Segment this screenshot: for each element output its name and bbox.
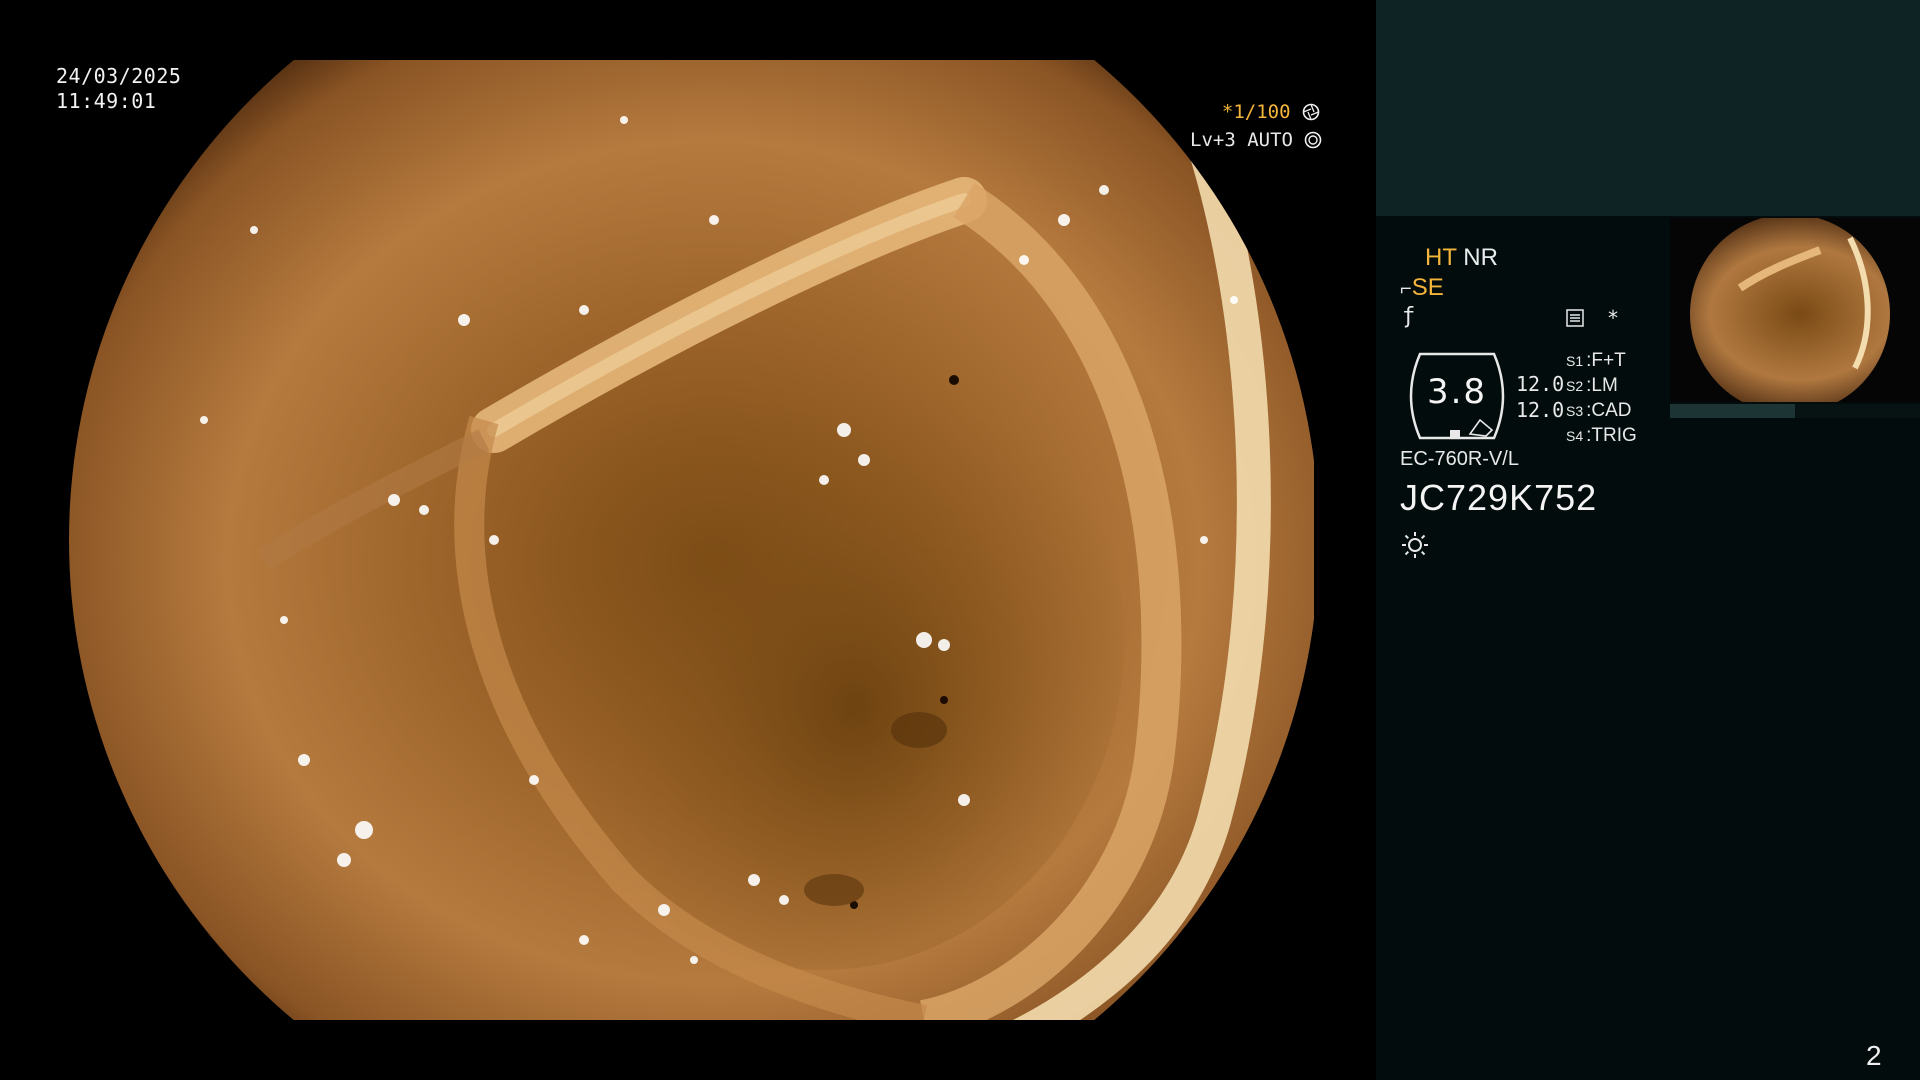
shutter-icon — [1302, 103, 1320, 121]
mode-se: SE — [1411, 274, 1444, 301]
switch-s4: S4:TRIG — [1566, 425, 1637, 446]
memo-row: * — [1565, 306, 1619, 330]
date-time: 24/03/2025 11:49:01 — [56, 64, 181, 114]
date-label: 24/03/2025 — [56, 64, 182, 88]
switch-s1: S1:F+T — [1566, 350, 1626, 371]
scope-serial: JC729K752 — [1400, 477, 1598, 518]
endoscope-view — [69, 60, 1314, 1020]
memo-icon — [1566, 309, 1584, 327]
brightness-level: Lv+3 AUTO — [1190, 129, 1293, 151]
brightness-sun-icon — [1402, 532, 1428, 558]
value-lower: 12.0 — [1516, 398, 1565, 422]
mode-ht: HT — [1425, 244, 1457, 271]
gauge-value: 3.8 — [1426, 372, 1488, 412]
scope-hook-icon: ⌐ — [1400, 278, 1412, 300]
value-upper: 12.0 — [1516, 372, 1565, 396]
scope-model: EC-760R-V/L — [1400, 448, 1519, 470]
switch-s3: S3:CAD — [1566, 400, 1632, 421]
mode-se-row: ⌐SE — [1400, 274, 1444, 302]
curve-icon: ƒ — [1402, 304, 1416, 329]
thumbnail-preview[interactable] — [1670, 218, 1920, 402]
shutter-ratio: *1/100 — [1221, 101, 1291, 123]
mode-ht-nr: HT NR — [1425, 244, 1498, 272]
exposure-overlay: *1/100 Lv+3 AUTO — [1190, 98, 1322, 154]
thumbnail-bar — [1670, 404, 1920, 418]
auto-iris-icon — [1305, 131, 1322, 149]
switch-s2: S2:LM — [1566, 375, 1618, 396]
info-panel-header — [1376, 0, 1920, 216]
time-label: 11:49:01 — [56, 89, 157, 113]
thumbnail-image — [1690, 218, 1890, 402]
memo-star: * — [1607, 306, 1620, 330]
mode-nr: NR — [1463, 244, 1498, 271]
page-number: 2 — [1866, 1040, 1882, 1071]
